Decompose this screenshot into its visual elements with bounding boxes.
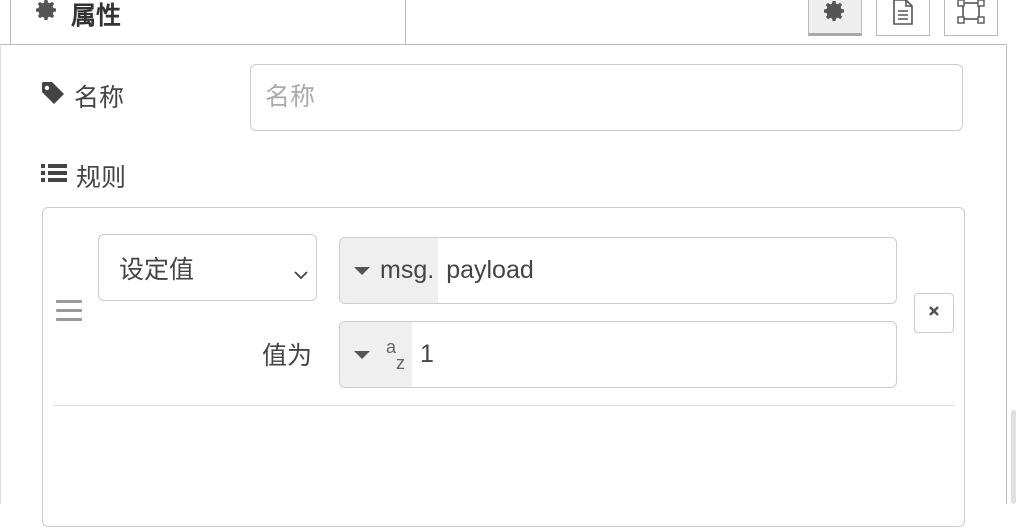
document-icon — [892, 0, 914, 30]
tab-label: 属性 — [71, 2, 122, 30]
description-tab-button[interactable] — [876, 0, 930, 36]
rules-label-row: 规则 — [40, 158, 126, 194]
name-label-row: 名称 — [40, 78, 124, 114]
rule-value-input[interactable]: az 1 — [339, 321, 897, 388]
gear-icon — [823, 0, 847, 28]
value-label: 值为 — [262, 342, 313, 370]
editor-tab-bar: 属性 — [0, 0, 1006, 45]
appearance-tab-button[interactable] — [944, 0, 998, 36]
rule-action-value: 设定值 — [119, 255, 195, 284]
settings-tab-button[interactable] — [808, 0, 862, 36]
gear-icon — [35, 0, 59, 28]
value-type-selector[interactable]: az — [340, 322, 412, 387]
rule-target-input[interactable]: msg. payload — [339, 237, 897, 304]
list-icon — [40, 161, 68, 192]
target-type-label: msg. — [380, 256, 435, 284]
panel-border — [0, 44, 1, 504]
caret-down-icon — [354, 350, 370, 359]
panel-border — [1006, 44, 1007, 504]
tab-properties[interactable]: 属性 — [10, 0, 406, 44]
name-label: 名称 — [74, 84, 125, 112]
rules-label: 规则 — [76, 164, 127, 192]
target-property-value[interactable]: payload — [438, 256, 534, 285]
name-input[interactable] — [250, 64, 963, 131]
target-type-selector[interactable]: msg. — [340, 238, 439, 303]
drag-handle-icon[interactable] — [56, 300, 82, 324]
frame-icon — [956, 0, 986, 30]
rule-action-select[interactable]: 设定值 — [98, 234, 317, 301]
rule-value[interactable]: 1 — [412, 340, 434, 369]
caret-down-icon — [354, 266, 370, 275]
scrollbar[interactable] — [1011, 410, 1016, 504]
tag-icon — [40, 80, 66, 113]
close-icon — [928, 304, 940, 322]
delete-rule-button[interactable] — [914, 293, 954, 333]
string-type-icon: az — [386, 336, 405, 373]
chevron-down-icon — [294, 259, 308, 280]
rule-divider — [54, 405, 954, 406]
